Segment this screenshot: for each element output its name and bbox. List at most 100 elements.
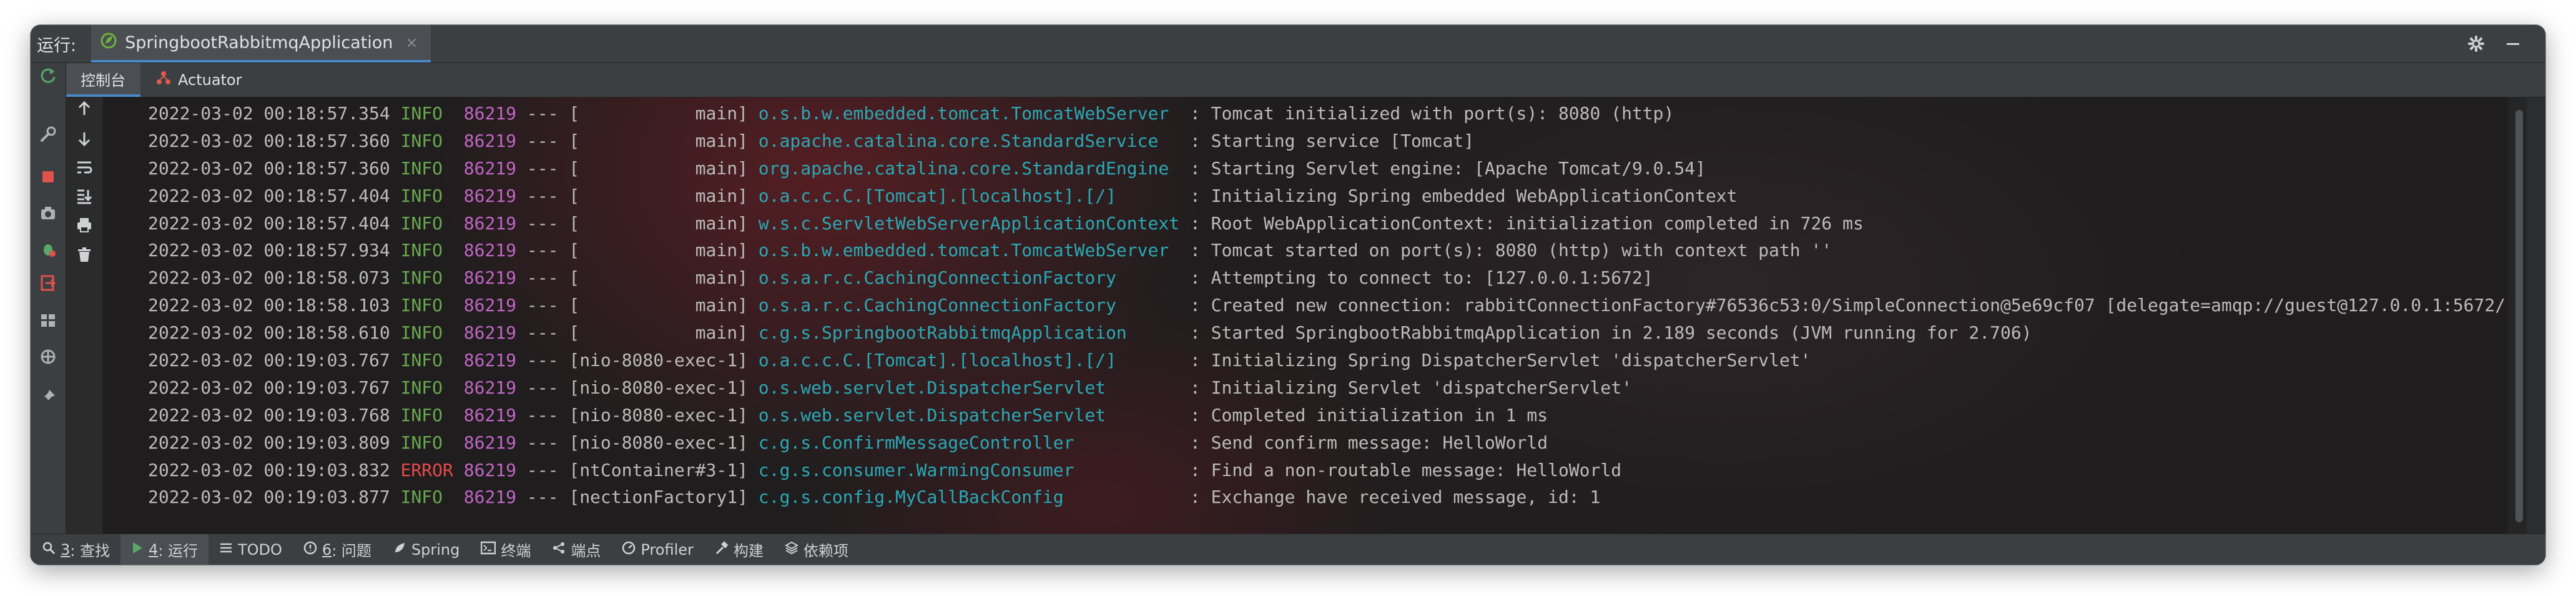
log-timestamp: 2022-03-02 00:18:58.103 (148, 295, 390, 316)
log-separator: --- (526, 103, 559, 124)
log-line: 2022-03-02 00:18:57.404 INFO 86219 --- [… (148, 182, 2516, 210)
statusbar-dependencies-button[interactable]: 依赖项 (774, 534, 859, 565)
gear-icon[interactable] (2468, 36, 2484, 52)
log-level: INFO (400, 240, 443, 261)
log-level: INFO (400, 267, 443, 289)
log-logger: o.a.c.c.C.[Tomcat].[localhost].[/] (758, 350, 1180, 371)
trash-icon[interactable] (76, 246, 93, 264)
log-pid: 86219 (463, 459, 517, 480)
log-pid: 86219 (463, 212, 517, 234)
log-timestamp: 2022-03-02 00:18:58.610 (148, 322, 390, 344)
log-timestamp: 2022-03-02 00:19:03.767 (148, 350, 390, 371)
rerun-icon[interactable] (39, 67, 57, 84)
log-message: : Created new connection: rabbitConnecti… (1189, 295, 2516, 316)
log-separator: --- (526, 432, 559, 453)
shortcut-key: 6 (322, 540, 332, 559)
statusbar-label: TODO (238, 540, 282, 559)
log-message: : Tomcat initialized with port(s): 8080 … (1189, 103, 1674, 124)
statusbar-spring-button[interactable]: Spring (382, 534, 470, 565)
statusbar-search-button[interactable]: 3: 查找 (31, 534, 120, 565)
log-thread: [ main] (569, 130, 748, 151)
statusbar-todo-button[interactable]: TODO (209, 534, 293, 565)
log-line: 2022-03-02 00:19:03.768 INFO 86219 --- [… (148, 402, 2516, 429)
log-logger: w.s.c.ServletWebServerApplicationContext (758, 212, 1180, 234)
console-output[interactable]: 2022-03-02 00:18:57.354 INFO 86219 --- [… (103, 97, 2527, 534)
close-tab-icon[interactable]: × (405, 34, 418, 51)
dependencies-icon (784, 541, 804, 559)
log-level: INFO (400, 432, 443, 453)
target-icon[interactable] (39, 348, 57, 365)
statusbar-profiler-button[interactable]: Profiler (611, 534, 704, 565)
exit-icon[interactable] (39, 274, 57, 292)
tab-actuator-label: Actuator (178, 71, 242, 89)
print-icon[interactable] (76, 216, 93, 234)
log-message: : Starting service [Tomcat] (1189, 130, 1475, 151)
terminal-icon (481, 541, 501, 559)
log-separator: --- (526, 157, 559, 179)
arrow-up-icon[interactable] (76, 100, 93, 117)
log-line: 2022-03-02 00:19:03.767 INFO 86219 --- [… (148, 374, 2516, 402)
statusbar-problems-button[interactable]: 6: 问题 (293, 534, 382, 565)
pin-icon[interactable] (39, 388, 57, 405)
wrench-icon[interactable] (39, 126, 57, 143)
statusbar-label: Spring (411, 540, 460, 559)
log-line: 2022-03-02 00:18:57.360 INFO 86219 --- [… (148, 155, 2516, 182)
log-level: INFO (400, 377, 443, 398)
statusbar-run-button[interactable]: 4: 运行 (120, 534, 209, 565)
console-actions-toolbar (66, 97, 103, 534)
spring-boot-icon (100, 32, 117, 54)
problems-icon (303, 541, 322, 559)
log-thread: [ main] (569, 157, 748, 179)
arrow-down-icon[interactable] (76, 130, 93, 147)
log-timestamp: 2022-03-02 00:19:03.832 (148, 459, 390, 480)
log-line: 2022-03-02 00:19:03.877 INFO 86219 --- [… (148, 484, 2516, 511)
log-thread: [ main] (569, 322, 748, 344)
log-logger: o.s.a.r.c.CachingConnectionFactory (758, 267, 1180, 289)
shortcut-key: 4 (149, 540, 159, 559)
run-config-tab[interactable]: SpringbootRabbitmqApplication × (91, 25, 431, 62)
shortcut-key: 3 (61, 540, 71, 559)
stop-icon[interactable] (39, 168, 57, 186)
log-thread: [ main] (569, 295, 748, 316)
scroll-to-end-icon[interactable] (76, 187, 93, 205)
log-separator: --- (526, 185, 559, 206)
log-logger: o.apache.catalina.core.StandardService (758, 130, 1180, 151)
scrollbar-track[interactable] (2508, 97, 2527, 534)
log-timestamp: 2022-03-02 00:18:57.354 (148, 103, 390, 124)
log-logger: c.g.s.config.MyCallBackConfig (758, 487, 1180, 508)
status-bar: 3: 查找 4: 运行 TODO 6: 问题 Spring 终端 端点 Profiler 构建依… (31, 534, 2545, 565)
layout-icon[interactable] (39, 312, 57, 329)
soft-wrap-icon[interactable] (76, 159, 93, 176)
minimize-icon[interactable] (2505, 36, 2520, 51)
log-pid: 86219 (463, 404, 517, 425)
log-line: 2022-03-02 00:18:57.404 INFO 86219 --- [… (148, 210, 2516, 237)
search-icon (42, 541, 61, 559)
statusbar-terminal-button[interactable]: 终端 (470, 534, 541, 565)
log-timestamp: 2022-03-02 00:19:03.768 (148, 404, 390, 425)
log-timestamp: 2022-03-02 00:19:03.809 (148, 432, 390, 453)
log-separator: --- (526, 404, 559, 425)
log-message: : Completed initialization in 1 ms (1189, 404, 1548, 425)
log-thread: [ main] (569, 212, 748, 234)
statusbar-label: : 运行 (158, 542, 198, 560)
debug-bug-icon[interactable] (39, 241, 57, 258)
log-timestamp: 2022-03-02 00:18:57.934 (148, 240, 390, 261)
log-message: : Initializing Spring embedded WebApplic… (1189, 185, 1738, 206)
tab-console[interactable]: 控制台 (66, 63, 140, 97)
scrollbar-thumb[interactable] (2515, 110, 2523, 522)
camera-icon[interactable] (39, 204, 57, 222)
tab-actuator[interactable]: Actuator (140, 63, 257, 97)
endpoints-icon (552, 541, 571, 559)
statusbar-label: : 查找 (70, 542, 110, 560)
log-line: 2022-03-02 00:18:57.354 INFO 86219 --- [… (148, 100, 2516, 127)
log-logger: o.s.web.servlet.DispatcherServlet (758, 404, 1180, 425)
log-logger: c.g.s.consumer.WarmingConsumer (758, 459, 1180, 480)
log-line: 2022-03-02 00:19:03.832 ERROR 86219 --- … (148, 457, 2516, 484)
statusbar-label: 终端 (501, 542, 531, 560)
log-line: 2022-03-02 00:18:58.103 INFO 86219 --- [… (148, 292, 2516, 319)
build-icon (715, 540, 734, 559)
profiler-icon (622, 541, 641, 559)
statusbar-build-button[interactable]: 构建 (704, 534, 774, 565)
statusbar-endpoints-button[interactable]: 端点 (541, 534, 611, 565)
log-thread: [ main] (569, 103, 748, 124)
